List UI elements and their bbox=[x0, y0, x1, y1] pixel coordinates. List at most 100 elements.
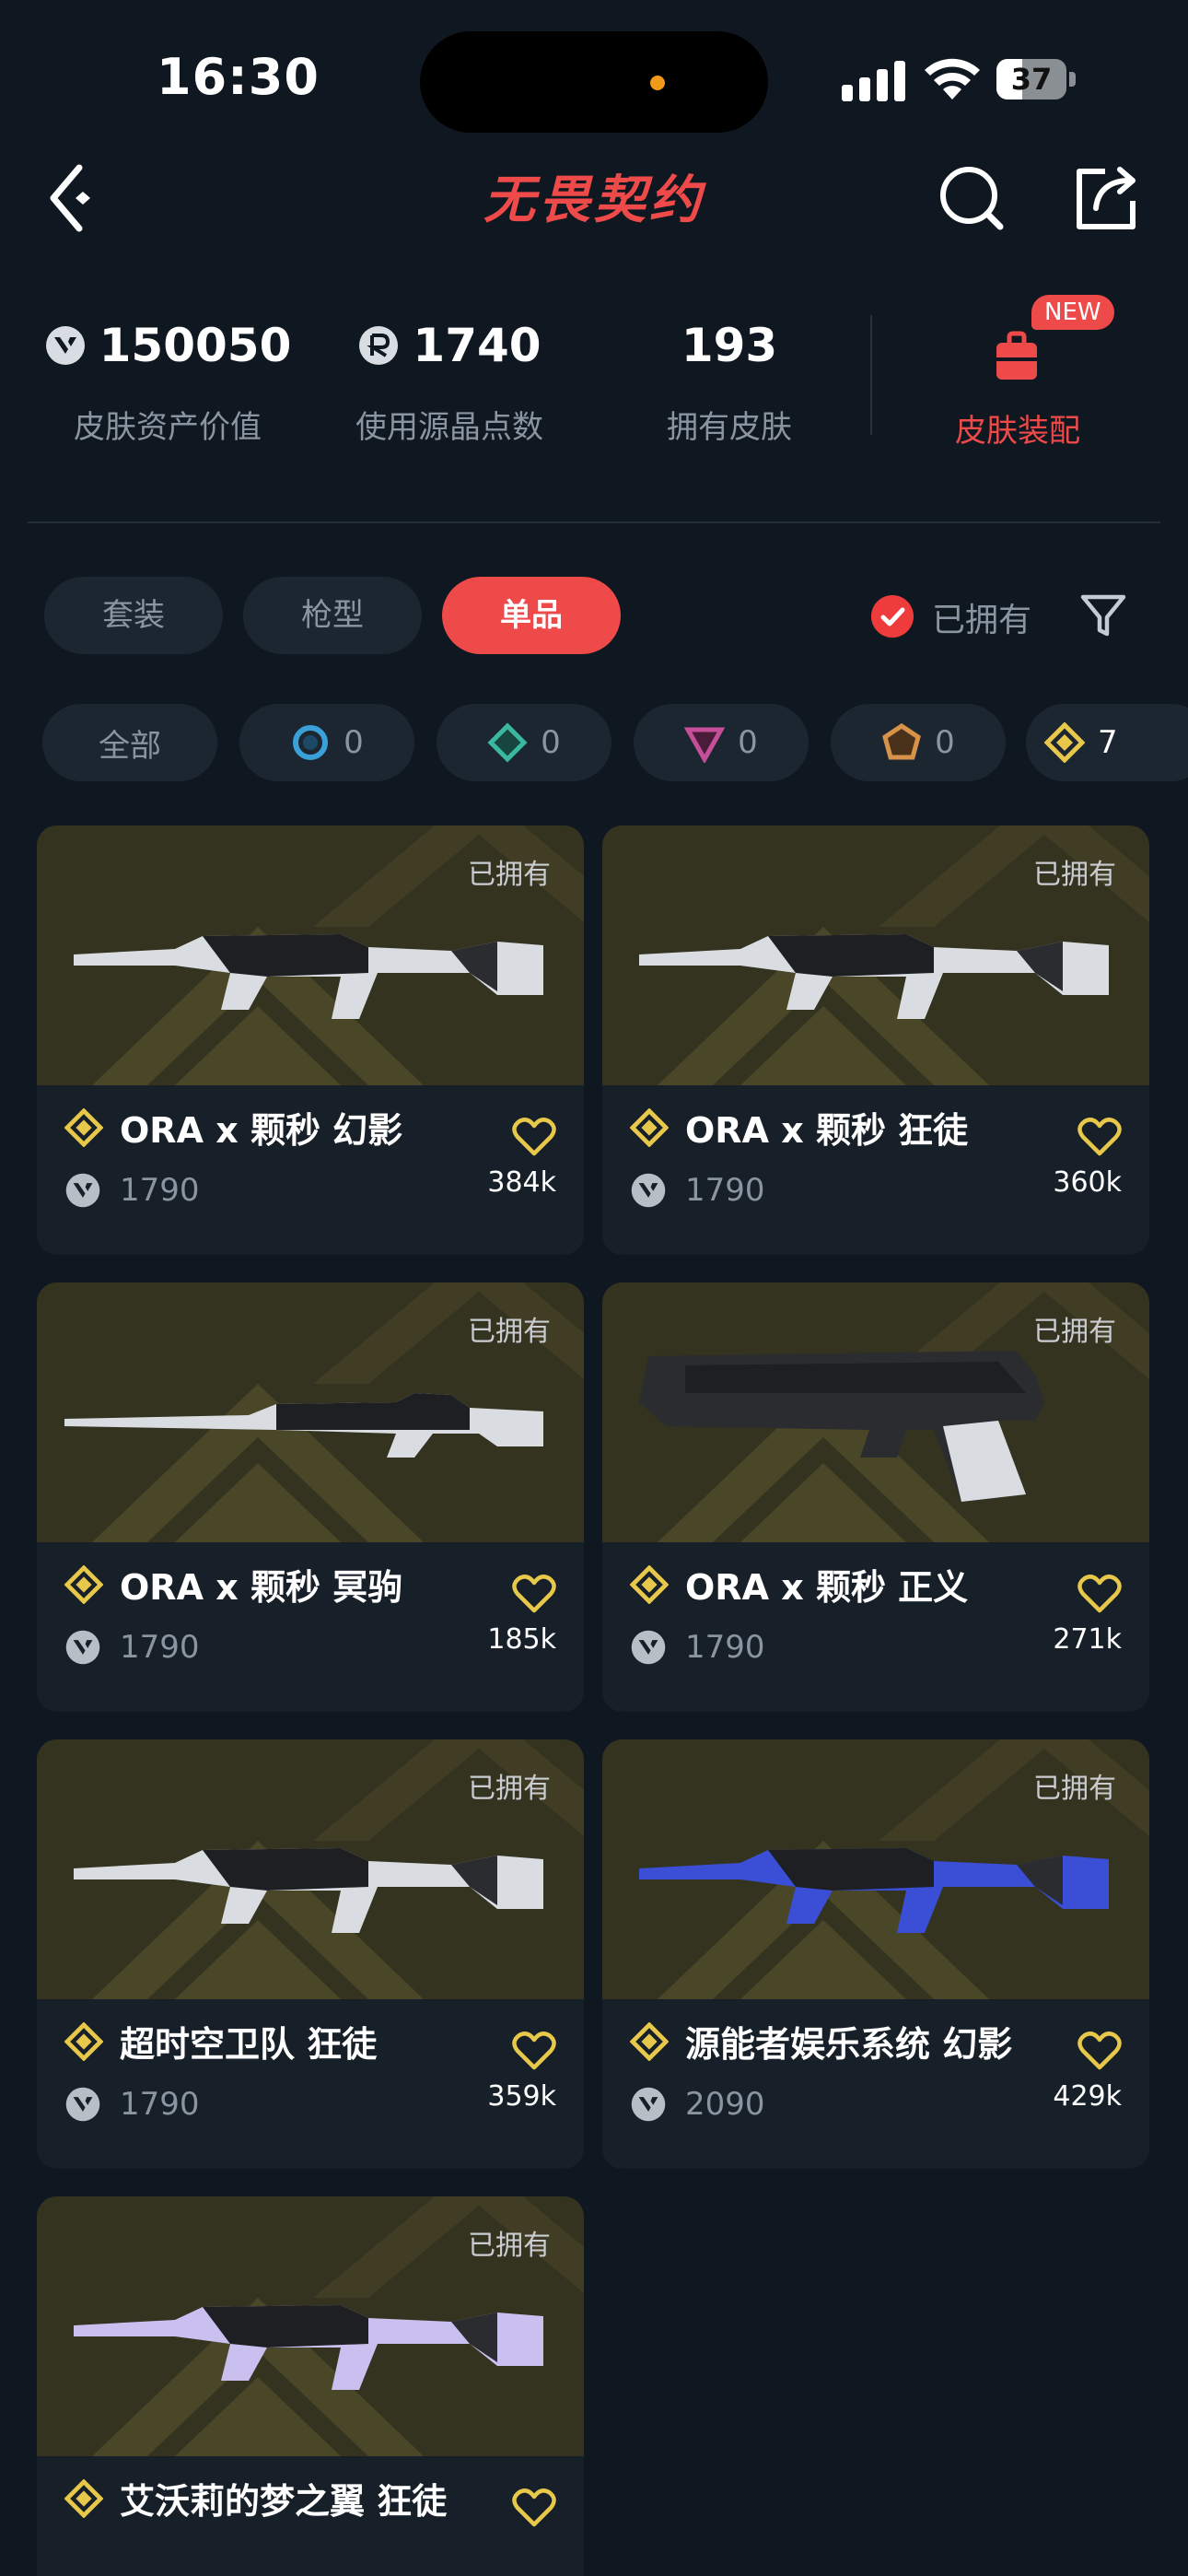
chip-all[interactable]: 全部 bbox=[42, 704, 217, 781]
divider bbox=[870, 315, 872, 435]
top-nav: 无畏契约 bbox=[0, 147, 1188, 249]
backpack-icon bbox=[996, 331, 1037, 380]
heart-icon[interactable] bbox=[512, 1117, 556, 1157]
skin-image: 已拥有 bbox=[602, 825, 1149, 1085]
skin-price: 1790 bbox=[685, 1172, 765, 1209]
skin-name: ORA x 颗秒 幻影 bbox=[120, 1110, 403, 1151]
skin-name: 源能者娱乐系统 幻影 bbox=[685, 2024, 1013, 2065]
like-count: 271k bbox=[1053, 1623, 1122, 1656]
valorant-points-icon bbox=[65, 1173, 100, 1208]
skin-name: 艾沃莉的梦之翼 狂徒 bbox=[120, 2481, 448, 2522]
skin-price: 1790 bbox=[120, 1629, 200, 1666]
chip-premium-tier[interactable]: 0 bbox=[634, 704, 809, 781]
owned-checkbox-icon[interactable] bbox=[871, 595, 914, 638]
valorant-points-icon bbox=[65, 1630, 100, 1665]
chip-count: 0 bbox=[738, 724, 758, 761]
ultra-tier-icon bbox=[64, 1564, 103, 1604]
cellular-signal-icon bbox=[842, 61, 905, 101]
rifle-icon bbox=[74, 934, 543, 1019]
outfit-label: 皮肤装配 bbox=[955, 413, 1080, 450]
ultra-tier-icon bbox=[64, 2021, 103, 2061]
chip-exclusive-tier[interactable]: 0 bbox=[831, 704, 1006, 781]
skin-price: 1790 bbox=[685, 1629, 765, 1666]
skin-card[interactable]: 已拥有 ORA x 颗秒 冥驹 1790 185k bbox=[37, 1282, 584, 1712]
skin-image: 已拥有 bbox=[37, 1739, 584, 1999]
like-count: 185k bbox=[487, 1623, 556, 1656]
tab-bundles[interactable]: 套装 bbox=[44, 577, 223, 654]
ultra-tier-icon bbox=[64, 2478, 103, 2518]
chip-ultra-tier[interactable]: 7 bbox=[1026, 704, 1188, 781]
skin-card[interactable]: 已拥有 ORA x 颗秒 幻影 1790 384k bbox=[37, 825, 584, 1255]
stat-label: 使用源晶点数 bbox=[355, 409, 543, 446]
dynamic-island bbox=[420, 31, 768, 133]
like-count: 384k bbox=[487, 1166, 556, 1199]
like-count: 359k bbox=[487, 2080, 556, 2113]
stat-label: 皮肤资产价值 bbox=[74, 409, 262, 446]
skin-image: 已拥有 bbox=[602, 1282, 1149, 1542]
stat-value: 1740 bbox=[413, 319, 542, 372]
battery-level: 37 bbox=[1010, 62, 1053, 97]
status-bar: 16:30 37 bbox=[0, 0, 1188, 147]
skin-card[interactable]: 已拥有 源能者娱乐系统 幻影 2090 429k bbox=[602, 1739, 1149, 2169]
outfit-button[interactable]: NEW 皮肤装配 bbox=[893, 295, 1142, 461]
valorant-points-icon bbox=[65, 2087, 100, 2122]
ultra-tier-icon bbox=[630, 1107, 669, 1147]
skin-price: 2090 bbox=[685, 2086, 765, 2123]
valorant-points-icon bbox=[45, 326, 85, 365]
chip-select-tier[interactable]: 0 bbox=[239, 704, 414, 781]
search-icon[interactable] bbox=[934, 160, 1009, 236]
stat-value: 150050 bbox=[99, 319, 292, 372]
ultra-tier-icon bbox=[630, 2021, 669, 2061]
chip-count: 7 bbox=[1098, 724, 1118, 761]
privacy-dot bbox=[650, 76, 665, 90]
premium-tier-icon bbox=[684, 727, 726, 763]
stat-asset-value: 150050 皮肤资产价值 bbox=[29, 313, 306, 447]
rifle-icon bbox=[639, 1848, 1109, 1933]
rifle-icon bbox=[74, 1848, 543, 1933]
battery-icon: 37 bbox=[996, 59, 1076, 100]
stat-owned-skins: 193 拥有皮肤 bbox=[591, 313, 868, 447]
chip-count: 0 bbox=[935, 724, 955, 761]
chip-label: 全部 bbox=[99, 727, 161, 765]
app-title: 无畏契约 bbox=[483, 170, 705, 230]
skin-image: 已拥有 bbox=[37, 2196, 584, 2456]
filter-icon[interactable] bbox=[1077, 590, 1129, 641]
section-divider bbox=[28, 521, 1160, 523]
skin-card[interactable]: 已拥有 超时空卫队 狂徒 1790 359k bbox=[37, 1739, 584, 2169]
pistol-icon bbox=[639, 1351, 1044, 1502]
ultra-tier-icon bbox=[1044, 722, 1085, 763]
skin-card[interactable]: 已拥有 艾沃莉的梦之翼 狂徒 bbox=[37, 2196, 584, 2576]
skin-name: 超时空卫队 狂徒 bbox=[120, 2024, 378, 2065]
tab-weapon-type[interactable]: 枪型 bbox=[243, 577, 422, 654]
heart-icon[interactable] bbox=[1077, 1574, 1122, 1614]
rifle-icon bbox=[74, 2305, 543, 2390]
skin-price: 1790 bbox=[120, 2086, 200, 2123]
like-count: 360k bbox=[1053, 1166, 1122, 1199]
like-count: 429k bbox=[1053, 2080, 1122, 2113]
ultra-tier-icon bbox=[630, 1564, 669, 1604]
skin-card[interactable]: 已拥有 ORA x 颗秒 狂徒 1790 360k bbox=[602, 825, 1149, 1255]
status-time: 16:30 bbox=[157, 48, 320, 106]
heart-icon[interactable] bbox=[1077, 1117, 1122, 1157]
chip-deluxe-tier[interactable]: 0 bbox=[437, 704, 611, 781]
rifle-icon bbox=[639, 934, 1109, 1019]
valorant-points-icon bbox=[631, 1173, 666, 1208]
select-tier-icon bbox=[293, 725, 329, 760]
valorant-points-icon bbox=[631, 2087, 666, 2122]
heart-icon[interactable] bbox=[512, 1574, 556, 1614]
skin-price: 1790 bbox=[120, 1172, 200, 1209]
owned-filter-label[interactable]: 已拥有 bbox=[932, 593, 1031, 641]
heart-icon[interactable] bbox=[1077, 2031, 1122, 2071]
exclusive-tier-icon bbox=[882, 722, 922, 760]
back-icon[interactable] bbox=[42, 157, 107, 240]
share-icon[interactable] bbox=[1068, 160, 1144, 236]
skin-name: ORA x 颗秒 冥驹 bbox=[120, 1567, 403, 1608]
skin-card[interactable]: 已拥有 ORA x 颗秒 正义 1790 271k bbox=[602, 1282, 1149, 1712]
heart-icon[interactable] bbox=[512, 2031, 556, 2071]
stat-value: 193 bbox=[681, 319, 778, 372]
skin-name: ORA x 颗秒 正义 bbox=[685, 1567, 969, 1608]
skin-image: 已拥有 bbox=[602, 1739, 1149, 1999]
heart-icon[interactable] bbox=[512, 2488, 556, 2528]
tab-single-items[interactable]: 单品 bbox=[442, 577, 621, 654]
sniper-icon bbox=[64, 1393, 543, 1458]
